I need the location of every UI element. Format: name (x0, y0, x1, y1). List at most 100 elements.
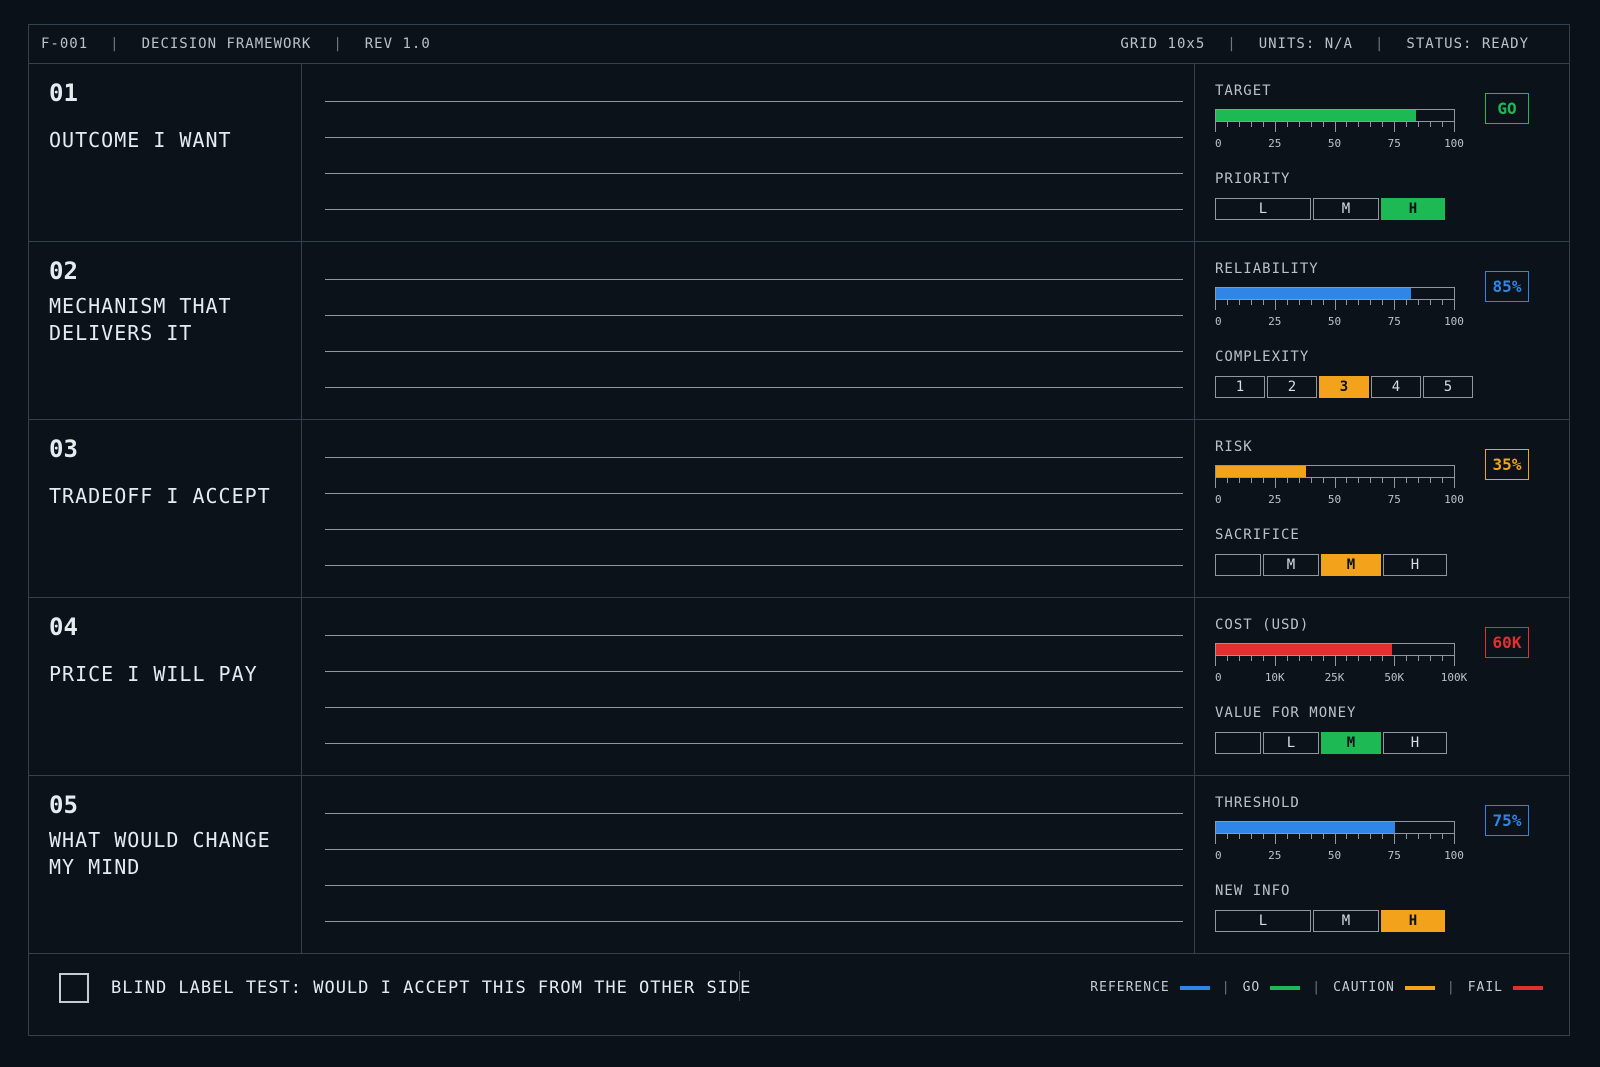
writing-line[interactable] (325, 707, 1183, 708)
tick-mark (1322, 477, 1324, 483)
tick-mark (1310, 833, 1312, 839)
segment-option[interactable]: 1 (1215, 376, 1265, 398)
status-badge: GO (1485, 93, 1529, 124)
segment-option[interactable]: H (1383, 732, 1447, 754)
segment-option[interactable]: M (1321, 732, 1381, 754)
segment-option[interactable]: M (1313, 910, 1379, 932)
segment-option[interactable]: M (1321, 554, 1381, 576)
tick-label: 0 (1215, 315, 1222, 328)
tick-mark (1454, 299, 1455, 310)
metric-ticks (1215, 477, 1455, 489)
segment-option[interactable]: H (1383, 554, 1447, 576)
segment-option[interactable]: 5 (1423, 376, 1473, 398)
tick-mark (1430, 477, 1432, 483)
writing-lines[interactable] (325, 457, 1183, 601)
tick-label: 50 (1327, 137, 1342, 150)
writing-line[interactable] (325, 279, 1183, 280)
segment-option[interactable]: M (1313, 198, 1379, 220)
tick-mark (1334, 121, 1336, 132)
legend-label: GO (1242, 980, 1261, 995)
sub-metric-label: NEW INFO (1215, 883, 1291, 899)
writing-line[interactable] (325, 671, 1183, 672)
writing-line[interactable] (325, 351, 1183, 352)
writing-line[interactable] (325, 387, 1183, 388)
tick-mark (1382, 477, 1384, 483)
metric-tick-labels: 0 10K 25K 50K 100K (1215, 671, 1467, 685)
tick-mark (1274, 833, 1276, 844)
tick-label: 25 (1268, 315, 1282, 328)
writing-line[interactable] (325, 529, 1183, 530)
row-title: WHAT WOULD CHANGE MY MIND (49, 828, 271, 879)
segment-option[interactable]: L (1215, 910, 1311, 932)
tick-mark (1346, 833, 1348, 839)
revision: REV 1.0 (364, 36, 431, 52)
tick-label: 75 (1387, 315, 1401, 328)
segment-selector: 12345 (1215, 376, 1475, 398)
tick-label: 50 (1327, 493, 1342, 506)
writing-lines[interactable] (325, 813, 1183, 957)
segment-option[interactable] (1215, 732, 1261, 754)
tick-mark (1346, 121, 1348, 127)
writing-line[interactable] (325, 813, 1183, 814)
metric-cell: TARGET 0 25 50 75 100 GO PRIORITY L M H (1194, 63, 1571, 241)
writing-line[interactable] (325, 315, 1183, 316)
blind-label-checkbox[interactable] (59, 973, 89, 1003)
segment-option[interactable]: 4 (1371, 376, 1421, 398)
tick-label: 100 (1444, 493, 1464, 506)
tick-mark (1358, 299, 1360, 305)
segment-option[interactable]: L (1263, 732, 1319, 754)
tick-mark (1346, 655, 1348, 661)
tick-mark (1238, 833, 1240, 839)
tick-mark (1334, 655, 1336, 666)
writing-lines[interactable] (325, 279, 1183, 423)
segment-option[interactable]: H (1381, 910, 1445, 932)
segment-selector: LMH (1215, 732, 1449, 754)
writing-line[interactable] (325, 493, 1183, 494)
tick-mark (1418, 299, 1420, 305)
writing-line[interactable] (325, 101, 1183, 102)
writing-line[interactable] (325, 921, 1183, 922)
writing-line[interactable] (325, 635, 1183, 636)
writing-line[interactable] (325, 457, 1183, 458)
writing-line[interactable] (325, 137, 1183, 138)
tick-mark (1382, 833, 1384, 839)
framework-row: 02 MECHANISM THAT DELIVERS IT RELIABILITY 0… (29, 241, 1569, 420)
header-right: GRID 10x5 | UNITS: N/A | STATUS: READY (1120, 36, 1529, 52)
status-legend: REFERENCE | GO | CAUTION | FAIL (1090, 980, 1543, 995)
tick-mark (1310, 477, 1312, 483)
tick-mark (1334, 299, 1336, 310)
writing-line[interactable] (325, 743, 1183, 744)
segment-option[interactable]: L (1215, 198, 1311, 220)
row-heading-cell: 02 MECHANISM THAT DELIVERS IT (29, 241, 302, 419)
tick-mark (1346, 477, 1348, 483)
row-number: 03 (49, 435, 78, 463)
tick-mark (1358, 833, 1360, 839)
tick-mark (1370, 477, 1372, 483)
legend-swatch (1513, 985, 1543, 990)
metric-label: TARGET (1215, 83, 1272, 99)
writing-line[interactable] (325, 173, 1183, 174)
writing-line[interactable] (325, 209, 1183, 210)
writing-line[interactable] (325, 565, 1183, 566)
segment-option[interactable]: M (1263, 554, 1319, 576)
writing-lines[interactable] (325, 101, 1183, 245)
sub-metric-label: SACRIFICE (1215, 527, 1300, 543)
legend-separator: | (1312, 980, 1322, 995)
writing-line[interactable] (325, 849, 1183, 850)
tick-mark (1430, 833, 1432, 839)
footer-divider (739, 971, 740, 1001)
segment-option[interactable]: 2 (1267, 376, 1317, 398)
writing-lines[interactable] (325, 635, 1183, 779)
framework-row: 03 TRADEOFF I ACCEPT RISK 0 25 50 75 100 35% SACR… (29, 419, 1569, 598)
tick-mark (1394, 121, 1396, 132)
tick-mark (1262, 299, 1264, 305)
writing-line[interactable] (325, 885, 1183, 886)
legend-swatch (1179, 985, 1210, 990)
tick-label: 0 (1215, 671, 1222, 684)
sub-metric-label: PRIORITY (1215, 171, 1291, 187)
segment-option[interactable]: 3 (1319, 376, 1369, 398)
tick-label: 0 (1215, 137, 1222, 150)
segment-option[interactable] (1215, 554, 1261, 576)
sub-metric-label: VALUE FOR MONEY (1215, 705, 1357, 721)
segment-option[interactable]: H (1381, 198, 1445, 220)
